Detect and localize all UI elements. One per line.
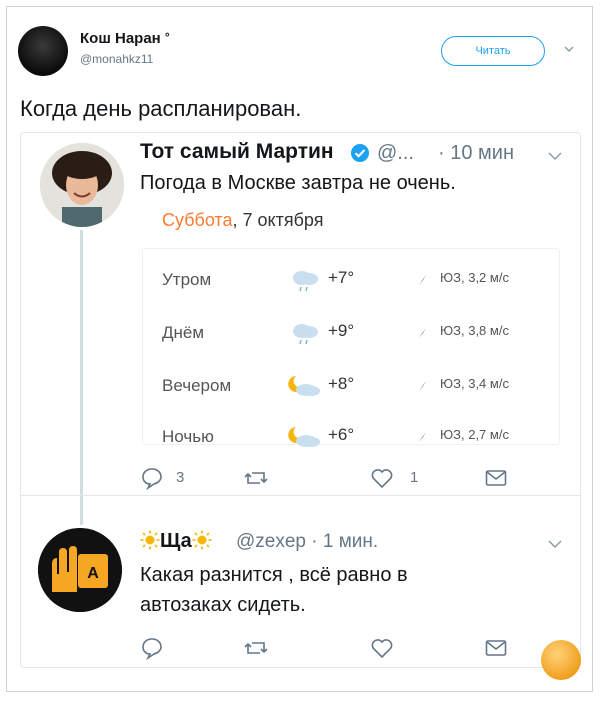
weather-row: Утром +7° ЮЗ, 3,2 м/с: [142, 262, 560, 302]
rain-cloud-icon: [293, 324, 318, 345]
sun-icon: [140, 530, 160, 550]
moon-cloud-icon: [288, 427, 320, 447]
sun-icon: [192, 530, 212, 550]
weather-wind: ЮЗ, 3,2 м/с: [440, 270, 509, 285]
weather-period: Ночью: [162, 427, 214, 446]
chevron-down-icon[interactable]: [564, 44, 574, 54]
weather-wind: ЮЗ, 3,4 м/с: [440, 376, 509, 391]
wind-direction-icon: [419, 381, 426, 391]
weather-wind: ЮЗ, 2,7 м/с: [440, 427, 509, 442]
watermark-logo: [541, 640, 581, 680]
weather-temp: +7°: [328, 268, 355, 287]
reply2-text-line2: автозаках сидеть.: [140, 594, 306, 616]
weather-period: Днём: [162, 323, 205, 342]
reply-icon[interactable]: [140, 466, 164, 490]
weather-row: Днём +9° ЮЗ, 3,8 м/с: [142, 315, 560, 355]
like-icon[interactable]: [370, 636, 394, 660]
verified-badge-icon: [351, 144, 369, 162]
like-icon[interactable]: [370, 466, 394, 490]
reply1-text: Погода в Москве завтра не очень.: [140, 172, 456, 194]
reply1-actions: 3 1: [140, 466, 560, 492]
weather-row: Вечером +8° ЮЗ, 3,4 м/с: [142, 368, 560, 408]
reply1-time[interactable]: · 10 мин: [438, 142, 514, 165]
reply2-text-line1: Какая разнится , всё равно в: [140, 564, 408, 586]
author-handle[interactable]: @monahkz11: [80, 52, 153, 66]
wind-direction-icon: [419, 328, 426, 338]
moon-cloud-icon: [288, 376, 320, 396]
weather-temp: +8°: [328, 374, 355, 393]
avatar-letter: A: [87, 565, 99, 582]
weather-temp: +9°: [328, 321, 355, 340]
reply-icon[interactable]: [140, 636, 164, 660]
author-avatar[interactable]: [18, 26, 68, 76]
follow-button[interactable]: Читать: [441, 36, 545, 66]
like-count: 1: [410, 469, 419, 486]
weather-date-rest: , 7 октября: [232, 210, 324, 230]
reply1-avatar[interactable]: [40, 143, 124, 227]
wind-direction-icon: [419, 432, 426, 442]
rain-cloud-icon: [293, 271, 318, 292]
weather-period: Утром: [162, 270, 212, 289]
reply2-actions: [140, 636, 560, 662]
message-icon[interactable]: [484, 466, 508, 490]
chevron-down-icon[interactable]: [548, 540, 562, 549]
weather-temp: +6°: [328, 425, 355, 444]
reply1-handle[interactable]: @...: [377, 142, 414, 165]
reply2-name[interactable]: Ща: [140, 530, 212, 553]
chevron-down-icon[interactable]: [548, 152, 562, 161]
retweet-icon[interactable]: [244, 636, 268, 660]
reply-divider: [20, 495, 581, 496]
retweet-icon[interactable]: [244, 466, 268, 490]
author-mark: °: [164, 30, 170, 44]
reply2-name-text: Ща: [160, 530, 192, 552]
author-name[interactable]: Кош Наран °: [80, 30, 170, 47]
reply1-name[interactable]: Тот самый Мартин: [140, 140, 334, 164]
author-name-text: Кош Наран: [80, 30, 161, 47]
weather-wind: ЮЗ, 3,8 м/с: [440, 323, 509, 338]
weather-row: Ночью +6° ЮЗ, 2,7 м/с: [142, 419, 560, 459]
weather-period: Вечером: [162, 376, 232, 395]
reply2-avatar[interactable]: A: [38, 528, 122, 612]
thread-line: [80, 230, 83, 525]
wind-direction-icon: [419, 275, 426, 285]
weather-day: Суббота: [162, 210, 233, 230]
reply2-meta[interactable]: @zexep · 1 мин.: [236, 531, 378, 553]
tweet-text: Когда день распланирован.: [20, 96, 302, 121]
message-icon[interactable]: [484, 636, 508, 660]
reply-count: 3: [176, 469, 185, 486]
weather-date: Суббота, 7 октября: [162, 210, 323, 231]
